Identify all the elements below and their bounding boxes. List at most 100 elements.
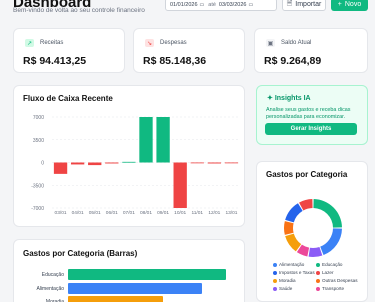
cashflow-bar[interactable] (190, 162, 204, 164)
wallet-icon: ▣ (266, 39, 275, 47)
stat-value: R$ 85.148,36 (143, 55, 207, 67)
y-tick-label: -7000 (31, 206, 44, 212)
page-subtitle: Bem-vindo de volta ao seu controle finan… (13, 7, 145, 14)
donut-slice[interactable] (284, 221, 294, 235)
legend-item[interactable]: Transporte (316, 286, 359, 291)
cashflow-bar[interactable] (105, 162, 119, 164)
plus-icon: + (337, 1, 342, 8)
legend-swatch (273, 270, 277, 275)
insights-text: Analise seus gastos e receba dicas perso… (266, 107, 351, 120)
x-tick-label: 12/01 (208, 210, 220, 216)
income-card: ↗ Receitas R$ 94.413,25 (13, 28, 125, 73)
hbar[interactable] (68, 269, 226, 280)
legend-item[interactable]: Educação (316, 262, 359, 267)
date-to-input[interactable]: 03/03/2026 (219, 2, 247, 8)
cashflow-chart: 7000 3500 0 -3500 -7000 03/01 04/01 05/01 06/01 0… (31, 115, 240, 216)
legend-item[interactable]: Outras Despesas (316, 278, 359, 283)
import-label: Importar (295, 1, 322, 8)
legend-label: Transporte (322, 286, 345, 291)
insights-title: ✦ Insights IA (267, 94, 311, 102)
donut-slice[interactable] (285, 203, 303, 223)
x-tick-label: 10/01 (174, 210, 186, 216)
legend-swatch (316, 278, 320, 283)
import-button[interactable]: 🗎 Importar (282, 0, 326, 11)
sparkle-icon: ✦ (267, 95, 273, 102)
trend-down-icon: ↘ (145, 39, 154, 47)
balance-card: ▣ Saldo Atual R$ 9.264,89 (254, 28, 368, 73)
file-icon: 🗎 (286, 0, 293, 7)
cashflow-bar[interactable] (156, 117, 170, 163)
category-legend: Alimentação Educação Impostos e Taxas Lazer… (273, 262, 363, 294)
stat-label: Receitas (40, 40, 64, 46)
date-separator: até (208, 1, 216, 8)
hbar-label: Educação (41, 272, 64, 278)
date-range-picker[interactable]: 01/01/2026 ▭ até 03/03/2026 ▭ (165, 0, 277, 11)
legend-item[interactable]: Saúde (273, 286, 316, 291)
y-tick-label: 3500 (33, 138, 44, 144)
legend-item[interactable]: Alimentação (273, 262, 316, 267)
hbar[interactable] (68, 296, 163, 302)
legend-label: Moradia (279, 278, 296, 283)
hbar[interactable] (68, 283, 203, 294)
x-tick-label: 06/01 (106, 210, 118, 216)
donut-slice[interactable] (313, 199, 342, 228)
date-from-input[interactable]: 01/01/2026 (170, 2, 198, 8)
cashflow-bar[interactable] (53, 162, 68, 174)
cashflow-card: Fluxo de Caixa Recente 7000 3500 0 -3500 -70… (13, 85, 245, 227)
x-tick-label: 03/01 (55, 210, 67, 216)
legend-swatch (316, 270, 320, 275)
cashflow-bar[interactable] (122, 161, 136, 163)
x-tick-label: 05/01 (89, 210, 101, 216)
donut-slice[interactable] (308, 246, 323, 257)
y-tick-label: 0 (41, 161, 44, 167)
x-tick-label: 09/01 (157, 210, 169, 216)
cashflow-bar[interactable] (224, 162, 239, 164)
calendar-icon[interactable]: ▭ (248, 2, 253, 8)
legend-label: Outras Despesas (322, 278, 358, 283)
legend-label: Educação (322, 262, 343, 267)
legend-item[interactable]: Moradia (273, 278, 316, 283)
stat-value: R$ 94.413,25 (23, 55, 87, 67)
legend-item[interactable]: Impostos e Taxas (273, 270, 316, 275)
category-bars-title: Gastos por Categoria (Barras) (23, 249, 138, 258)
cashflow-bar[interactable] (139, 117, 153, 163)
x-tick-label: 13/01 (225, 210, 237, 216)
legend-label: Alimentação (279, 262, 305, 267)
trend-up-icon: ↗ (25, 39, 34, 47)
donut-slice[interactable] (285, 233, 302, 252)
y-tick-label: 7000 (33, 115, 44, 121)
x-tick-label: 04/01 (72, 210, 84, 216)
x-tick-label: 11/01 (191, 210, 203, 216)
hbar-label: Alimentação (36, 286, 64, 292)
stat-value: R$ 9.264,89 (264, 55, 322, 67)
generate-insights-button[interactable]: Gerar Insights (265, 123, 357, 135)
cashflow-bar[interactable] (70, 162, 85, 165)
calendar-icon[interactable]: ▭ (200, 2, 205, 8)
legend-swatch (316, 262, 320, 267)
stat-label: Despesas (160, 40, 187, 46)
cashflow-bar[interactable] (207, 162, 222, 164)
x-tick-label: 08/01 (140, 210, 152, 216)
new-label: Novo (344, 1, 362, 8)
category-pie-card: Gastos por Categoria Alimentação Educação… (256, 161, 368, 302)
x-tick-label: 07/01 (123, 210, 135, 216)
stat-label: Saldo Atual (281, 40, 312, 46)
cashflow-bar[interactable] (173, 162, 187, 209)
legend-item[interactable]: Lazer (316, 270, 359, 275)
legend-label: Lazer (322, 270, 334, 275)
category-donut-chart (284, 199, 342, 257)
legend-swatch (273, 278, 277, 283)
legend-swatch (273, 286, 277, 291)
legend-swatch (316, 286, 320, 291)
y-tick-label: -3500 (31, 183, 44, 189)
donut-slice[interactable] (320, 228, 342, 256)
category-bars-card: Gastos por Categoria (Barras) Educação Al… (13, 239, 245, 302)
insights-title-text: Insights IA (274, 95, 311, 102)
legend-swatch (273, 262, 277, 267)
expense-card: ↘ Despesas R$ 85.148,36 (133, 28, 245, 73)
legend-label: Impostos e Taxas (279, 270, 315, 275)
new-button[interactable]: + Novo (331, 0, 368, 11)
insights-card: ✦ Insights IA Analise seus gastos e rece… (256, 85, 368, 145)
legend-label: Saúde (279, 286, 293, 291)
cashflow-bar[interactable] (88, 162, 102, 166)
